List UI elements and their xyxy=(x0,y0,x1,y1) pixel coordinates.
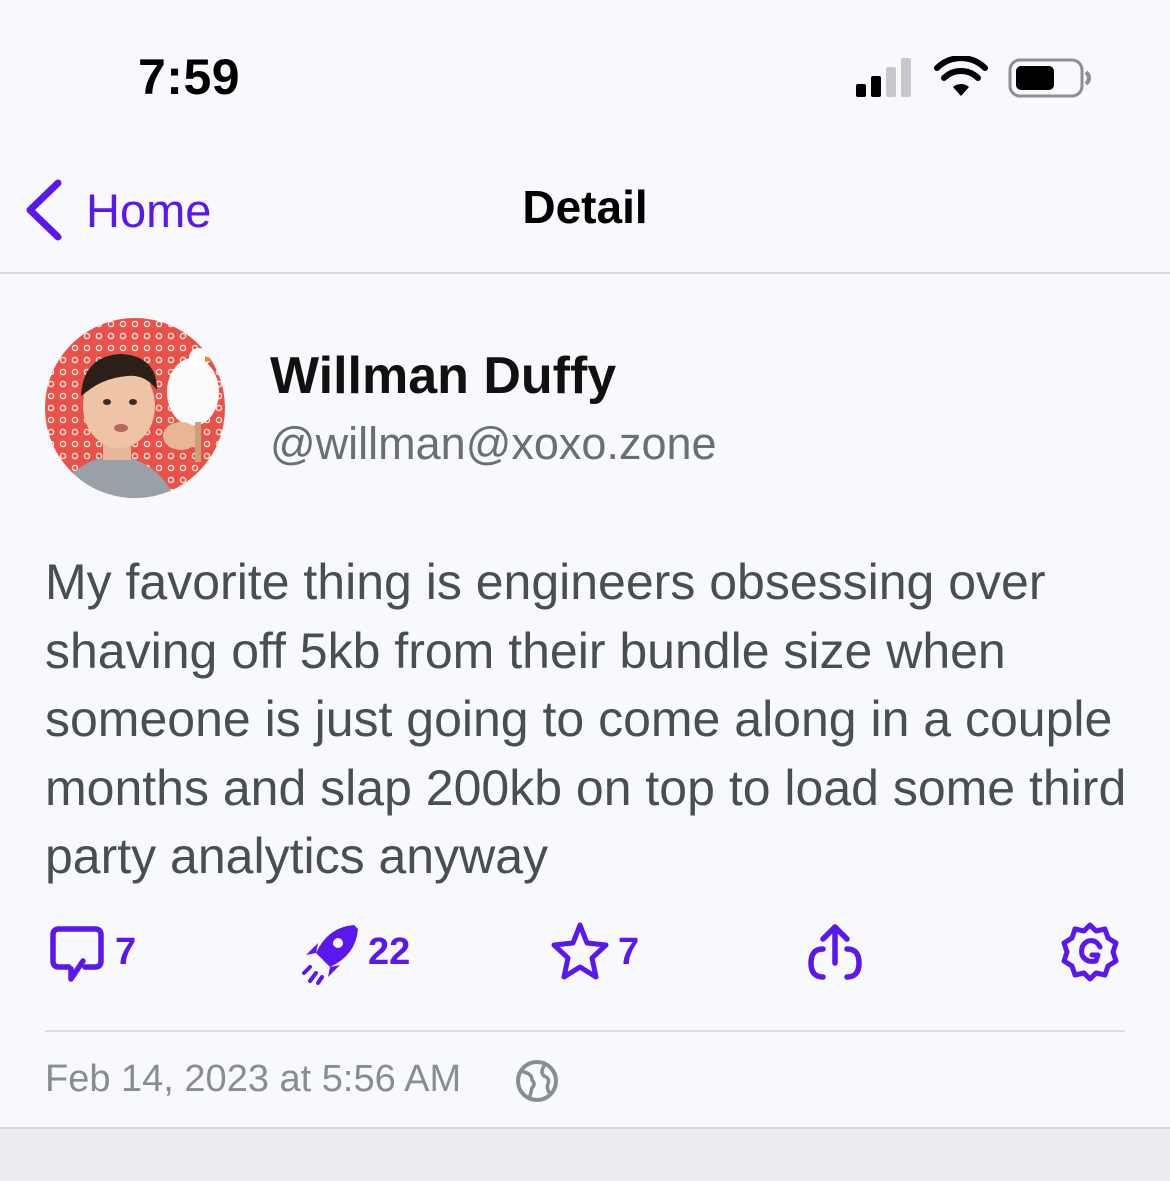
cellular-signal-icon xyxy=(856,58,911,97)
content-divider xyxy=(45,1030,1125,1032)
post-date: Feb 14, 2023 at 5:56 AM xyxy=(45,1058,462,1100)
favorite-count: 7 xyxy=(618,931,640,973)
globe-icon xyxy=(516,1060,558,1102)
post-actions-bar: 7 22 7 xyxy=(0,915,1170,990)
gear-icon xyxy=(1061,922,1119,981)
favorite-button[interactable]: 7 xyxy=(548,915,639,990)
status-time: 7:59 xyxy=(138,49,241,105)
share-button[interactable] xyxy=(803,915,867,990)
post-detail-screen: 7:59 Home Detail Willman Duffy @willman@… xyxy=(0,0,1170,1181)
nav-divider xyxy=(0,272,1170,274)
bottom-area xyxy=(0,1129,1170,1181)
star-icon xyxy=(551,922,609,979)
avatar-image xyxy=(45,318,225,498)
rocket-icon xyxy=(302,924,358,985)
author-handle[interactable]: @willman@xoxo.zone xyxy=(270,418,717,470)
battery-icon xyxy=(1008,58,1091,98)
more-button[interactable] xyxy=(1058,915,1122,990)
reply-button[interactable]: 7 xyxy=(45,915,136,990)
wifi-icon xyxy=(934,56,988,96)
avatar[interactable] xyxy=(45,318,225,498)
reply-icon xyxy=(50,925,104,982)
author-name[interactable]: Willman Duffy xyxy=(270,346,616,406)
reply-count: 7 xyxy=(115,931,137,973)
post-body: My favorite thing is engineers obsessing… xyxy=(45,554,1127,884)
boost-button[interactable]: 22 xyxy=(298,915,410,990)
boost-count: 22 xyxy=(368,931,411,973)
page-title: Detail xyxy=(522,181,648,233)
share-icon xyxy=(808,923,862,980)
